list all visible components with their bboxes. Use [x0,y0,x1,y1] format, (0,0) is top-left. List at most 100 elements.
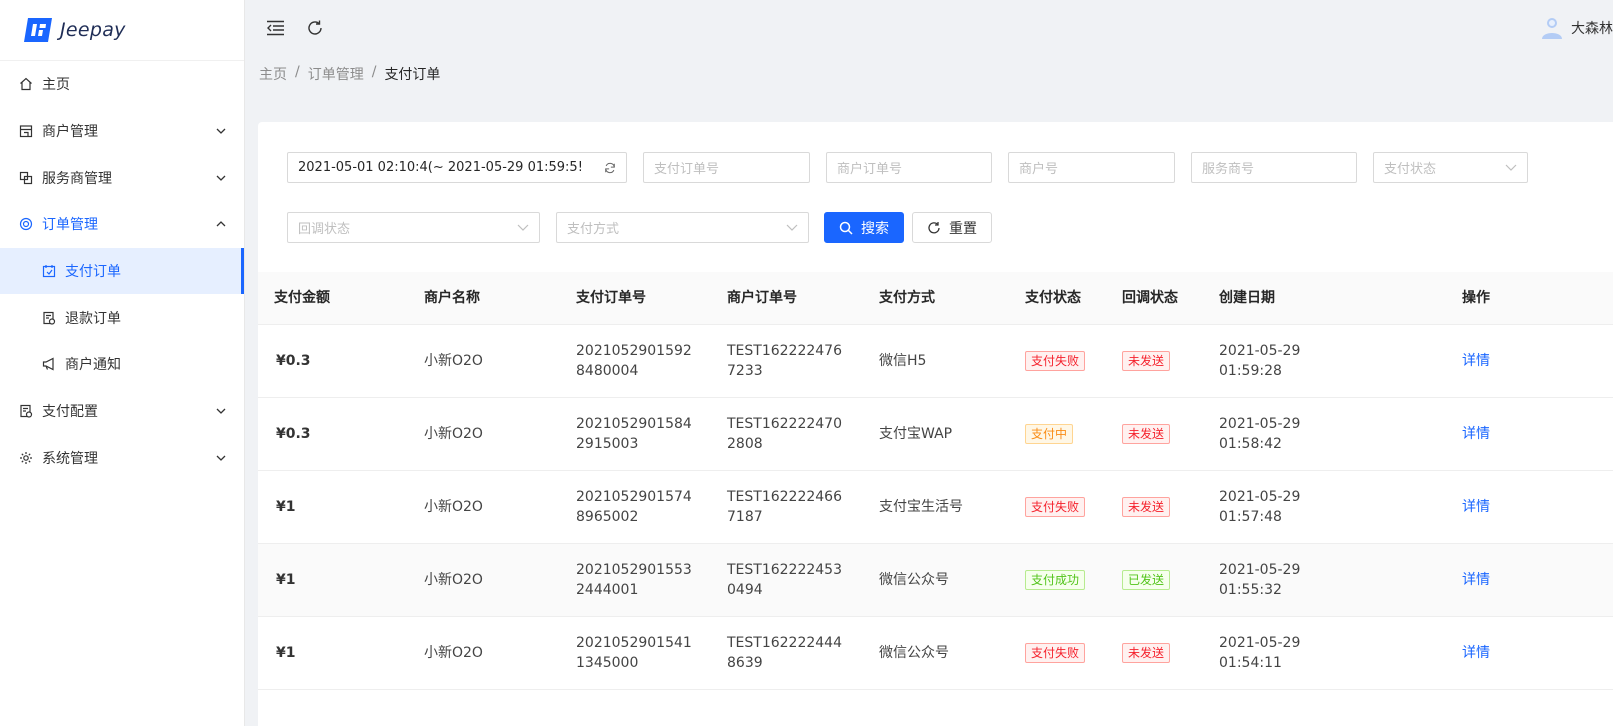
settings-icon [18,450,34,466]
collapse-menu-button[interactable] [265,18,285,38]
detail-link[interactable]: 详情 [1462,424,1490,444]
column-header-amount: 支付金额 [274,290,330,306]
notify-icon [41,356,57,372]
created-time: 01:57:48 [1219,509,1282,525]
table-row: ¥0.3 小新O2O 2021052901592 8480004 TEST1622… [258,325,1613,398]
logo[interactable]: Jeepay [0,0,244,61]
isv-no-input[interactable]: 服务商号 [1191,152,1357,183]
search-button-label: 搜索 [861,220,889,237]
sidebar-item-label: 系统管理 [42,450,98,467]
created-date: 2021-05-29 [1219,562,1301,578]
breadcrumb-parent[interactable]: 订单管理 [308,64,364,84]
chevron-down-icon [216,126,226,136]
pay-state-badge: 支付失败 [1025,351,1086,371]
sidebar-item-label: 服务商管理 [42,170,112,187]
column-header-created-at: 创建日期 [1219,290,1275,306]
created-date: 2021-05-29 [1219,635,1301,651]
sidebar-item-label: 退款订单 [65,310,121,327]
cell-amount: ¥1 [276,572,296,588]
notify-state-badge: 未发送 [1122,424,1171,444]
sidebar-item-order[interactable]: 订单管理 [0,201,244,248]
mch-order-no-line2: 8639 [727,655,763,671]
breadcrumb-home[interactable]: 主页 [259,64,287,84]
pay-order-no-line2: 1345000 [576,655,639,671]
notify-state-badge: 未发送 [1122,643,1171,663]
cell-pay-order-no: 2021052901541 1345000 [576,633,692,673]
sidebar-item-home[interactable]: 主页 [0,61,244,108]
detail-link[interactable]: 详情 [1462,351,1490,371]
pay-order-no-input[interactable]: 支付订单号 [643,152,810,183]
created-date: 2021-05-29 [1219,343,1301,359]
pay-order-no-line1: 2021052901592 [576,343,692,359]
pay-state-select[interactable]: 支付状态 [1373,152,1528,183]
refund-order-icon [41,310,57,326]
cell-mch-name: 小新O2O [424,645,483,661]
cell-mch-order-no: TEST162222466 7187 [727,487,842,527]
cell-amount: ¥1 [276,645,296,661]
refresh-button[interactable] [305,18,325,38]
detail-link[interactable]: 详情 [1462,570,1490,590]
sync-icon [604,162,616,174]
sidebar-item-label: 商户管理 [42,124,98,141]
user-menu[interactable]: 大森林 [1541,16,1613,40]
detail-link[interactable]: 详情 [1462,497,1490,517]
sidebar-item-refund-order[interactable]: 退款订单 [0,294,244,341]
chevron-down-icon [786,222,798,234]
mch-order-no-line2: 7187 [727,509,763,525]
pay-order-no-placeholder: 支付订单号 [654,162,720,177]
cell-way: 支付宝生活号 [879,499,963,515]
cell-created-at: 2021-05-29 01:55:32 [1219,560,1300,600]
pay-state-placeholder: 支付状态 [1384,162,1437,177]
sidebar-item-pay-config[interactable]: 支付配置 [0,388,244,435]
sidebar-item-label: 订单管理 [42,217,98,234]
pay-order-no-line1: 2021052901541 [576,635,692,651]
table-row: ¥1 小新O2O 2021052901553 2444001 TEST162222… [258,544,1613,617]
pay-state-badge: 支付中 [1025,424,1074,444]
notify-state-placeholder: 回调状态 [298,222,351,237]
notify-state-select[interactable]: 回调状态 [287,212,540,243]
username: 大森林 [1571,21,1613,37]
mch-order-no-line2: 0494 [727,582,763,598]
chevron-down-icon [1505,162,1517,174]
chevron-down-icon [216,453,226,463]
created-time: 01:59:28 [1219,363,1282,379]
table-row: ¥1 小新O2O 2021052901574 8965002 TEST162222… [258,471,1613,544]
notify-state-badge: 已发送 [1122,570,1171,590]
isv-no-placeholder: 服务商号 [1202,162,1255,177]
avatar [1542,18,1562,39]
mch-no-input[interactable]: 商户号 [1008,152,1175,183]
cell-way: 微信公众号 [879,645,949,661]
sidebar-item-label: 商户通知 [65,357,121,374]
cell-mch-order-no: TEST162222470 2808 [727,414,842,454]
cell-mch-name: 小新O2O [424,426,483,442]
chevron-down-icon [216,406,226,416]
breadcrumb: 主页 / 订单管理 / 支付订单 [259,64,440,84]
cell-created-at: 2021-05-29 01:58:42 [1219,414,1300,454]
breadcrumb-current: 支付订单 [384,67,441,83]
sidebar-item-system[interactable]: 系统管理 [0,435,244,482]
sidebar-item-merchant[interactable]: 商户管理 [0,108,244,155]
mch-no-placeholder: 商户号 [1019,162,1059,177]
cell-way: 支付宝WAP [879,426,953,442]
column-header-mch-name: 商户名称 [424,290,480,306]
date-range-picker[interactable]: 2021-05-01 02:10:4(~ 2021-05-29 01:59:5! [287,152,627,183]
table-row: ¥1 小新O2O 2021052901541 1345000 TEST162222… [258,617,1613,690]
sidebar-item-label: 主页 [42,77,70,94]
created-time: 01:54:11 [1219,655,1282,671]
content-card: 2021-05-01 02:10:4(~ 2021-05-29 01:59:5!… [258,122,1613,726]
cell-mch-name: 小新O2O [424,572,483,588]
jeepay-logo-icon [24,18,52,42]
sidebar-item-notify[interactable]: 商户通知 [0,341,244,388]
pay-state-badge: 支付失败 [1025,643,1086,663]
mch-order-no-line1: TEST162222453 [727,562,843,578]
way-code-select[interactable]: 支付方式 [556,212,809,243]
mch-order-no-input[interactable]: 商户订单号 [826,152,992,183]
cell-mch-order-no: TEST162222444 8639 [727,633,842,673]
detail-link[interactable]: 详情 [1462,643,1490,663]
search-button[interactable]: 搜索 [824,212,904,243]
reset-button[interactable]: 重置 [912,212,992,243]
sidebar-item-pay-order[interactable]: 支付订单 [0,247,244,295]
cell-created-at: 2021-05-29 01:59:28 [1219,341,1300,381]
chevron-down-icon [517,222,529,234]
sidebar-item-isv[interactable]: 服务商管理 [0,154,244,201]
